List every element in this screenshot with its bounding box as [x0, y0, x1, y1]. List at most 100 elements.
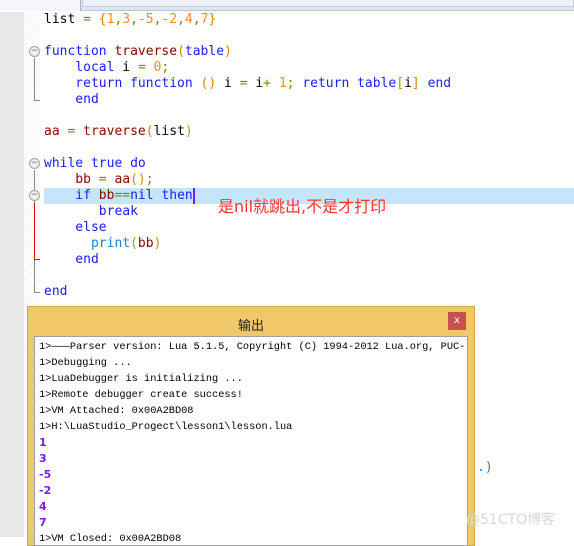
annotation-text: 是nil就跳出,不是才打印 [218, 197, 387, 216]
code-token: aa [44, 124, 60, 139]
code-token: list [153, 124, 185, 139]
code-line: end [44, 92, 451, 108]
code-token: -5 [137, 12, 154, 27]
code-fragment: .) [477, 460, 493, 475]
fold-toggle-icon[interactable]: − [29, 190, 40, 201]
code-token: i [224, 76, 240, 91]
code-line: return function () i = i+ 1; return tabl… [44, 76, 451, 92]
code-token: 1 [278, 76, 287, 91]
log-line: 1 [39, 436, 47, 449]
code-token: i [255, 76, 264, 91]
code-token: } [208, 12, 217, 27]
code-token: end [44, 92, 99, 107]
code-token: () [200, 76, 225, 91]
code-token: bb [44, 172, 91, 187]
log-line: 1>Remote debugger create success! [39, 389, 243, 401]
code-token: = [90, 172, 115, 187]
log-line: 1>VM Attached: 0x00A2BD08 [39, 405, 194, 417]
code-token: bb [98, 188, 115, 203]
code-line: local i = 0; [44, 60, 451, 76]
code-token: + [263, 76, 279, 91]
code-token: i [404, 76, 412, 91]
window-title: 输出 [237, 319, 264, 334]
code-line: list = {1,3,-5,-2,4,7} [44, 12, 451, 28]
output-log[interactable]: 1>———Parser version: Lua 5.1.5, Copyrigh… [34, 336, 468, 546]
code-token: = [239, 76, 256, 91]
code-token: 3 [122, 12, 131, 27]
fold-toggle-icon[interactable]: − [29, 46, 40, 57]
code-token: = [137, 60, 154, 75]
code-token: traverse [83, 124, 146, 139]
code-token: = [75, 12, 99, 27]
code-token: end [427, 76, 452, 91]
code-token: print [44, 236, 131, 251]
log-line: 4 [39, 500, 47, 513]
fold-toggle-icon[interactable]: − [29, 158, 40, 169]
code-token: list [44, 12, 76, 27]
code-token: aa [114, 172, 131, 187]
tab-strip [82, 0, 574, 7]
code-line: while true do [44, 156, 451, 172]
line-gutter [0, 12, 24, 537]
log-line: 1>LuaDebugger is initializing ... [39, 373, 243, 385]
close-button[interactable]: x [448, 312, 466, 330]
code-line: bb = aa(); [44, 172, 451, 188]
code-token: [ [396, 76, 405, 91]
code-token: traverse [114, 44, 178, 59]
code-token: = [59, 124, 84, 139]
code-token: , [130, 12, 138, 27]
code-token: -2 [161, 12, 178, 27]
code-token: table [357, 76, 397, 91]
code-token: { [98, 12, 107, 27]
code-line: else [44, 220, 451, 236]
code-token: ( [177, 44, 185, 59]
code-token: ) [184, 124, 193, 139]
code-token: function [44, 44, 115, 59]
code-token: bb [137, 236, 154, 251]
code-token: nil then [130, 188, 193, 203]
code-token: while true do [44, 156, 146, 171]
code-token: , [192, 12, 201, 27]
code-token: == [114, 188, 131, 203]
code-token: else [44, 220, 107, 235]
code-line: end [44, 284, 451, 300]
code-token: return function [44, 76, 201, 91]
code-token: i [122, 60, 138, 75]
code-token: 4 [184, 12, 193, 27]
log-line: 1>Debugging ... [39, 357, 132, 369]
code-token: table [184, 44, 225, 59]
code-token: local [44, 60, 123, 75]
code-line: print(bb) [44, 236, 451, 252]
code-line: end [44, 252, 451, 268]
code-token: ( [130, 236, 138, 251]
file-tab[interactable] [0, 0, 81, 11]
log-line: 3 [39, 452, 47, 465]
code-token: ) [224, 44, 232, 59]
code-line: function traverse(table) [44, 44, 451, 60]
code-token: ; [145, 172, 154, 187]
output-window: 输出 x 1>———Parser version: Lua 5.1.5, Cop… [27, 306, 475, 546]
code-token: return [302, 76, 358, 91]
log-line: -5 [39, 468, 52, 481]
code-line: aa = traverse(list) [44, 124, 451, 140]
code-token: ) [153, 236, 162, 251]
text-caret [192, 188, 195, 204]
code-token: if [44, 188, 99, 203]
log-line: 7 [39, 516, 47, 529]
code-token: end [44, 252, 99, 267]
log-line: 1>VM Closed: 0x00A2BD08 [39, 533, 182, 545]
watermark: @51CTO博客 [466, 512, 556, 528]
log-line: -2 [39, 484, 52, 497]
code-editor[interactable]: list = {1,3,-5,-2,4,7} function traverse(… [44, 12, 451, 300]
log-line: 1>———Parser version: Lua 5.1.5, Copyrigh… [39, 341, 466, 353]
code-token: () [130, 172, 146, 187]
log-line: 1>H:\LuaStudio_Progect\lesson1\lesson.lu… [39, 421, 293, 433]
tab-bar [0, 0, 574, 11]
code-token: ; [161, 60, 170, 75]
code-token: ; [286, 76, 303, 91]
code-token: ( [145, 124, 154, 139]
